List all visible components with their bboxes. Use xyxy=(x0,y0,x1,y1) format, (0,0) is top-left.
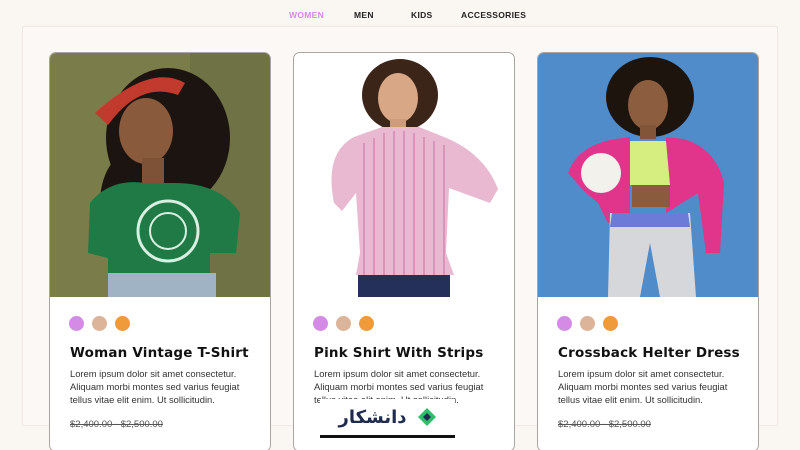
color-swatches xyxy=(313,316,374,331)
nav-accessories[interactable]: ACCESSORIES xyxy=(455,8,532,22)
logo-icon xyxy=(417,408,436,426)
product-title[interactable]: Woman Vintage T-Shirt xyxy=(70,345,260,361)
swatch-lilac[interactable] xyxy=(313,316,328,331)
nav-women[interactable]: WOMEN xyxy=(283,8,330,22)
color-swatches xyxy=(557,316,618,331)
swatch-orange[interactable] xyxy=(359,316,374,331)
watermark-logo: دانشکار xyxy=(320,399,455,438)
product-photo[interactable] xyxy=(294,53,514,297)
product-title[interactable]: Pink Shirt With Strips xyxy=(314,345,504,361)
product-price: $2,400.00 - $2,500.00 xyxy=(558,419,651,430)
page: WOMEN MEN KIDS ACCESSORIES Woman Vintage… xyxy=(0,0,800,450)
swatch-lilac[interactable] xyxy=(557,316,572,331)
product-photo[interactable] xyxy=(50,53,270,297)
product-description: Lorem ipsum dolor sit amet consectetur. … xyxy=(70,368,240,405)
nav-men[interactable]: MEN xyxy=(348,8,380,22)
swatch-beige[interactable] xyxy=(336,316,351,331)
swatch-beige[interactable] xyxy=(92,316,107,331)
swatch-orange[interactable] xyxy=(603,316,618,331)
product-card-vintage-tshirt[interactable]: Woman Vintage T-Shirt Lorem ipsum dolor … xyxy=(49,52,271,450)
product-card-crossback-dress[interactable]: Crossback Helter Dress Lorem ipsum dolor… xyxy=(537,52,759,450)
swatch-lilac[interactable] xyxy=(69,316,84,331)
color-swatches xyxy=(69,316,130,331)
swatch-beige[interactable] xyxy=(580,316,595,331)
swatch-orange[interactable] xyxy=(115,316,130,331)
product-card-pink-shirt[interactable]: Pink Shirt With Strips Lorem ipsum dolor… xyxy=(293,52,515,450)
product-price: $2,400.00 - $2,500.00 xyxy=(70,419,163,430)
nav-kids[interactable]: KIDS xyxy=(405,8,439,22)
product-title[interactable]: Crossback Helter Dress xyxy=(558,345,748,361)
product-description: Lorem ipsum dolor sit amet consectetur. … xyxy=(558,368,728,405)
product-photo[interactable] xyxy=(538,53,758,297)
watermark-text: دانشکار xyxy=(338,406,407,428)
